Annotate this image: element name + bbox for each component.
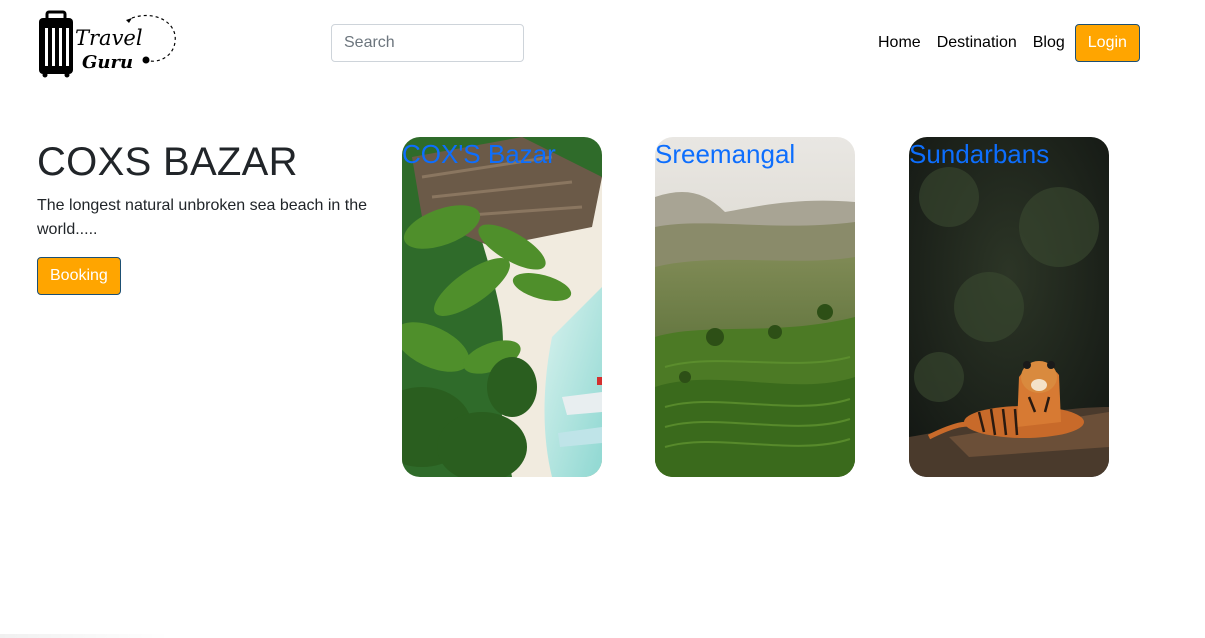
- nav-destination-link[interactable]: Destination: [929, 24, 1025, 62]
- destination-card-sreemangal[interactable]: Sreemangal: [655, 137, 855, 477]
- nav-home-link[interactable]: Home: [870, 24, 929, 62]
- login-button[interactable]: Login: [1074, 24, 1140, 62]
- card-title-coxs-bazar[interactable]: COX'S Bazar: [402, 139, 556, 170]
- main-nav: Home Destination Blog Login: [870, 24, 1140, 62]
- card-title-sundarbans[interactable]: Sundarbans: [909, 139, 1049, 170]
- travel-guru-logo[interactable]: Travel Guru: [36, 10, 178, 78]
- tea-garden-image: [655, 137, 855, 477]
- hero-title: COXS BAZAR: [37, 140, 298, 184]
- booking-button[interactable]: Booking: [37, 257, 121, 295]
- search-input[interactable]: [331, 24, 524, 62]
- logo-text-guru: Guru: [82, 52, 133, 73]
- logo-text-travel: Travel: [75, 26, 143, 50]
- destination-card-sundarbans[interactable]: Sundarbans: [909, 137, 1109, 477]
- nav-blog-link[interactable]: Blog: [1025, 24, 1073, 62]
- hero-description: The longest natural unbroken sea beach i…: [37, 197, 368, 238]
- card-title-sreemangal[interactable]: Sreemangal: [655, 139, 795, 170]
- bottom-shadow: [0, 634, 170, 638]
- destination-card-coxs-bazar[interactable]: COX'S Bazar: [402, 137, 602, 477]
- beach-image: [402, 137, 602, 477]
- tiger-image: [909, 137, 1109, 477]
